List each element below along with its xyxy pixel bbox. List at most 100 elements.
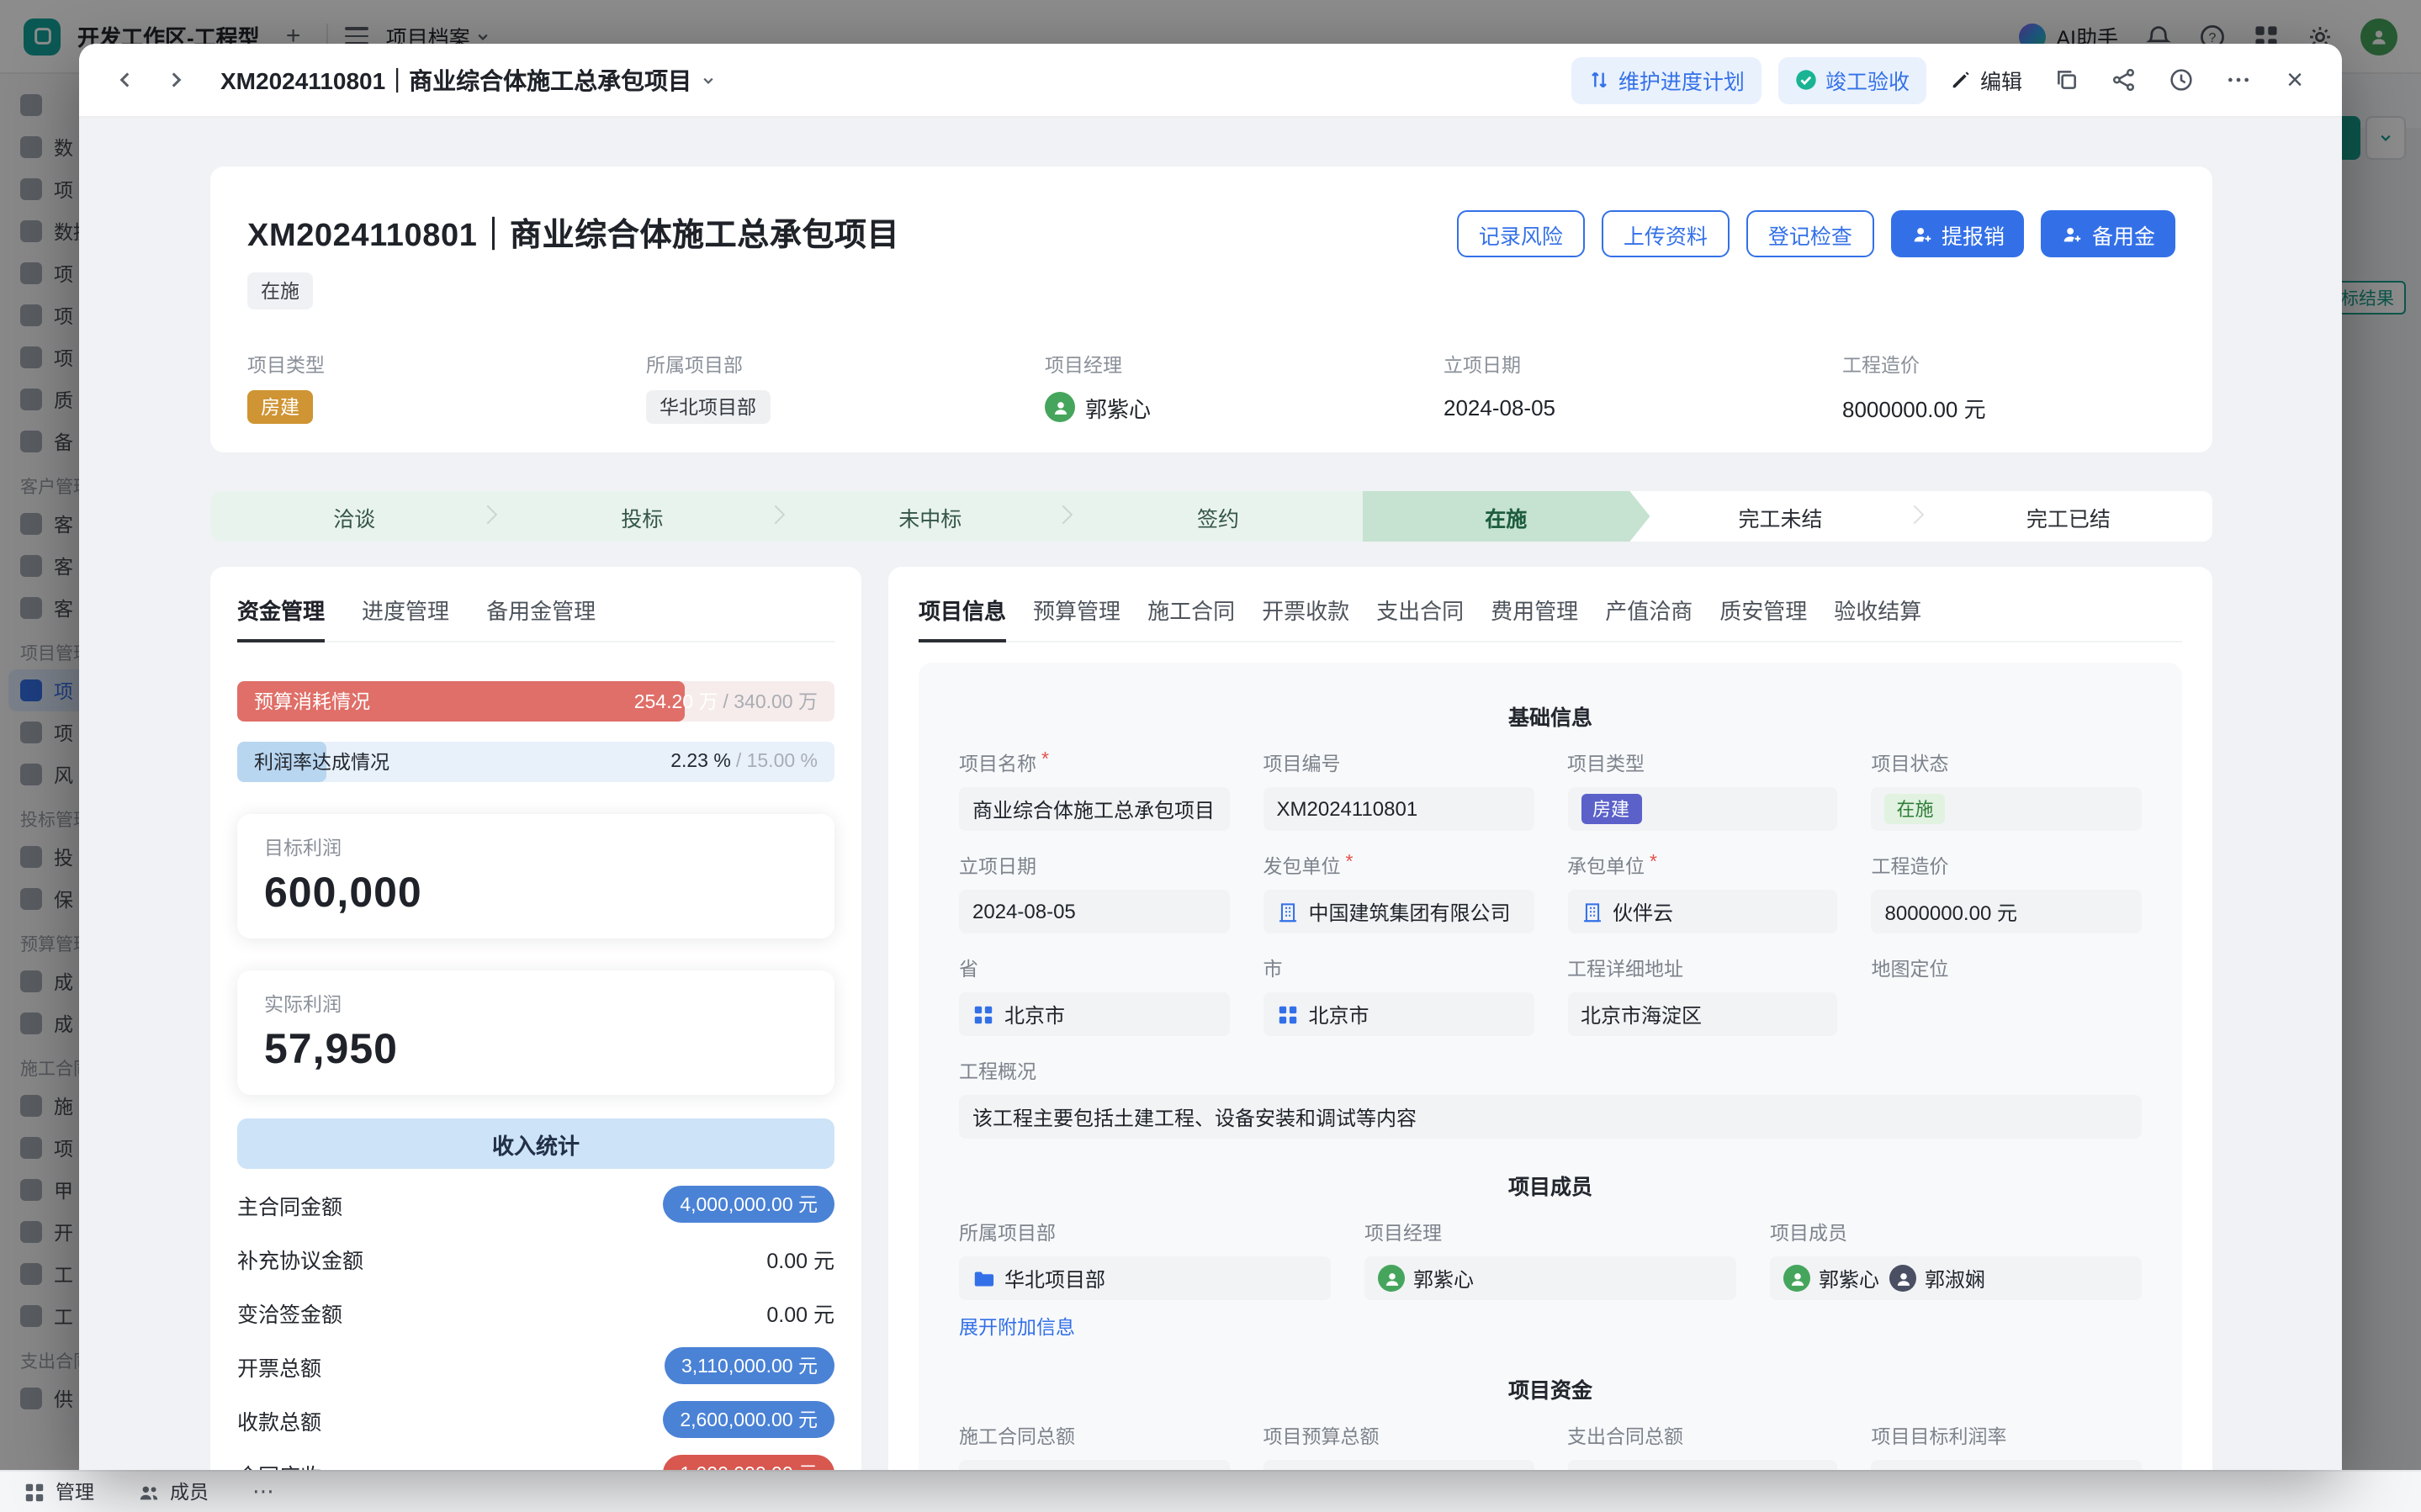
app-footerbar: 管理 成员 ⋯	[0, 1470, 2421, 1512]
budget-consumption-bar: 预算消耗情况 254.20 万 / 340.00 万	[237, 681, 834, 722]
province-input[interactable]: 北京市	[959, 992, 1230, 1036]
register-check-button[interactable]: 登记检查	[1746, 210, 1874, 257]
step-not-won[interactable]: 未中标	[787, 491, 1074, 542]
building-icon	[1277, 901, 1299, 923]
section-project-funds: 项目资金	[959, 1372, 2142, 1404]
share-icon[interactable]	[2103, 60, 2143, 100]
city-input[interactable]: 北京市	[1263, 992, 1534, 1036]
maintain-schedule-button[interactable]: 维护进度计划	[1571, 56, 1761, 103]
meta-start-date: 立项日期 2024-08-05	[1444, 352, 1842, 424]
footer-more-button[interactable]: ⋯	[252, 1478, 276, 1505]
owner-unit-input[interactable]: 中国建筑集团有限公司	[1263, 890, 1534, 933]
footer-members-button[interactable]: 成员	[138, 1478, 209, 1505]
project-cost-input[interactable]: 8000000.00 元	[1872, 890, 2143, 933]
copy-icon[interactable]	[2046, 60, 2086, 100]
contractor-unit-input[interactable]: 伙伴云	[1567, 890, 1838, 933]
actual-profit-card: 实际利润 57,950	[237, 970, 834, 1095]
project-type-tag: 房建	[247, 390, 313, 424]
tab-fund-management[interactable]: 资金管理	[237, 594, 325, 626]
upload-docs-button[interactable]: 上传资料	[1602, 210, 1730, 257]
tab-construction-contract[interactable]: 施工合同	[1147, 594, 1235, 626]
fund-value[interactable]: 15.00%	[1872, 1460, 2143, 1470]
tab-progress-management[interactable]: 进度管理	[362, 594, 449, 626]
edit-button[interactable]: 编辑	[1943, 64, 2029, 96]
tab-cost-management[interactable]: 费用管理	[1491, 594, 1578, 626]
fund-value[interactable]: 4,000,000.00 元	[959, 1460, 1230, 1470]
start-date-input[interactable]: 2024-08-05	[959, 890, 1230, 933]
field-province: 省 北京市	[959, 955, 1230, 1036]
project-type-input[interactable]: 房建	[1567, 787, 1838, 831]
amount-pill: 3,110,000.00 元	[665, 1347, 834, 1384]
project-manager-input[interactable]: 郭紫心	[1364, 1256, 1736, 1300]
actual-profit-value: 57,950	[264, 1026, 808, 1075]
chevron-down-icon[interactable]	[702, 73, 715, 87]
income-statistics-button[interactable]: 收入统计	[237, 1118, 834, 1169]
target-profit-card: 目标利润 600,000	[237, 814, 834, 938]
step-signed[interactable]: 签约	[1074, 491, 1362, 542]
field-project-type: 项目类型 房建	[1567, 750, 1838, 831]
submit-expense-button[interactable]: 提报销	[1891, 210, 2025, 257]
more-icon[interactable]	[2217, 60, 2258, 100]
project-detail-modal: XM2024110801｜商业综合体施工总承包项目 维护进度计划 竣工验收 编辑	[79, 44, 2342, 1470]
tab-reserve-management[interactable]: 备用金管理	[486, 594, 596, 626]
amount-pill: 4,000,000.00 元	[663, 1186, 834, 1223]
finance-row: 补充协议金额 0.00 元	[237, 1231, 834, 1285]
prev-record-button[interactable]	[106, 61, 143, 98]
step-negotiation[interactable]: 洽谈	[210, 491, 498, 542]
reserve-fund-button[interactable]: 备用金	[2042, 210, 2175, 257]
project-members-input[interactable]: 郭紫心 郭淑娴	[1770, 1256, 2142, 1300]
detail-tabs: 项目信息 预算管理 施工合同 开票收款 支出合同 费用管理 产值洽商 质安管理 …	[919, 594, 2182, 642]
footer-manage-button[interactable]: 管理	[24, 1478, 94, 1505]
field-fund: 施工合同总额 4,000,000.00 元	[959, 1423, 1230, 1470]
sort-arrows-icon	[1588, 69, 1610, 91]
avatar	[1889, 1265, 1916, 1292]
step-finished-unsettled[interactable]: 完工未结	[1636, 491, 1924, 542]
fund-value[interactable]: 3,630,000.00 元	[1567, 1460, 1838, 1470]
building-icon	[1581, 901, 1603, 923]
field-map-location: 地图定位	[1872, 955, 2143, 1036]
finance-row: 收款总额 2,600,000.00 元	[237, 1393, 834, 1446]
tab-project-info[interactable]: 项目信息	[919, 594, 1006, 626]
tab-invoice-receipt[interactable]: 开票收款	[1262, 594, 1349, 626]
members-icon	[138, 1481, 160, 1503]
region-grid-icon	[972, 1003, 994, 1025]
history-clock-icon[interactable]	[2160, 60, 2201, 100]
avatar	[1783, 1265, 1810, 1292]
department-input[interactable]: 华北项目部	[959, 1256, 1331, 1300]
project-summary-card: XM2024110801｜商业综合体施工总承包项目 在施 记录风险 上传资料 登…	[210, 167, 2212, 452]
next-record-button[interactable]	[156, 61, 193, 98]
step-bidding[interactable]: 投标	[498, 491, 786, 542]
field-city: 市 北京市	[1263, 955, 1534, 1036]
step-in-construction-active[interactable]: 在施	[1362, 491, 1650, 542]
project-status-input[interactable]: 在施	[1872, 787, 2143, 831]
modal-body: XM2024110801｜商业综合体施工总承包项目 在施 记录风险 上传资料 登…	[79, 118, 2342, 1470]
project-name-input[interactable]: 商业综合体施工总承包项目	[959, 787, 1230, 831]
folder-icon	[972, 1267, 994, 1289]
completion-acceptance-button[interactable]: 竣工验收	[1778, 56, 1926, 103]
step-finished-settled[interactable]: 完工已结	[1925, 491, 2212, 542]
field-project-cost: 工程造价 8000000.00 元	[1872, 853, 2143, 933]
tab-expense-contract[interactable]: 支出合同	[1376, 594, 1464, 626]
tab-budget[interactable]: 预算管理	[1033, 594, 1120, 626]
map-location-input[interactable]	[1872, 992, 2143, 1036]
tab-output-negotiation[interactable]: 产值洽商	[1605, 594, 1693, 626]
modal-title: XM2024110801｜商业综合体施工总承包项目	[220, 63, 715, 97]
field-owner-unit: 发包单位* 中国建筑集团有限公司	[1263, 853, 1534, 933]
project-code-input[interactable]: XM2024110801	[1263, 787, 1534, 831]
record-risk-button[interactable]: 记录风险	[1457, 210, 1585, 257]
pencil-icon	[1950, 69, 1972, 91]
fund-value[interactable]: 3,400,000.00 元	[1263, 1460, 1534, 1470]
meta-department: 所属项目部 华北项目部	[646, 352, 1045, 424]
tab-quality-safety[interactable]: 质安管理	[1719, 594, 1807, 626]
region-grid-icon	[1277, 1003, 1299, 1025]
project-status-tag: 在施	[247, 272, 313, 309]
person-plus-icon	[1911, 223, 1933, 245]
address-input[interactable]: 北京市海淀区	[1567, 992, 1838, 1036]
finance-row: 开票总额 3,110,000.00 元	[237, 1339, 834, 1393]
field-fund: 支出合同总额 3,630,000.00 元	[1567, 1423, 1838, 1470]
tab-acceptance-settlement[interactable]: 验收结算	[1834, 594, 1921, 626]
overview-input[interactable]: 该工程主要包括土建工程、设备安装和调试等内容	[959, 1095, 2142, 1139]
close-icon[interactable]: ×	[2275, 63, 2315, 97]
avatar	[1045, 392, 1075, 422]
expand-extra-info-link[interactable]: 展开附加信息	[959, 1314, 1075, 1340]
